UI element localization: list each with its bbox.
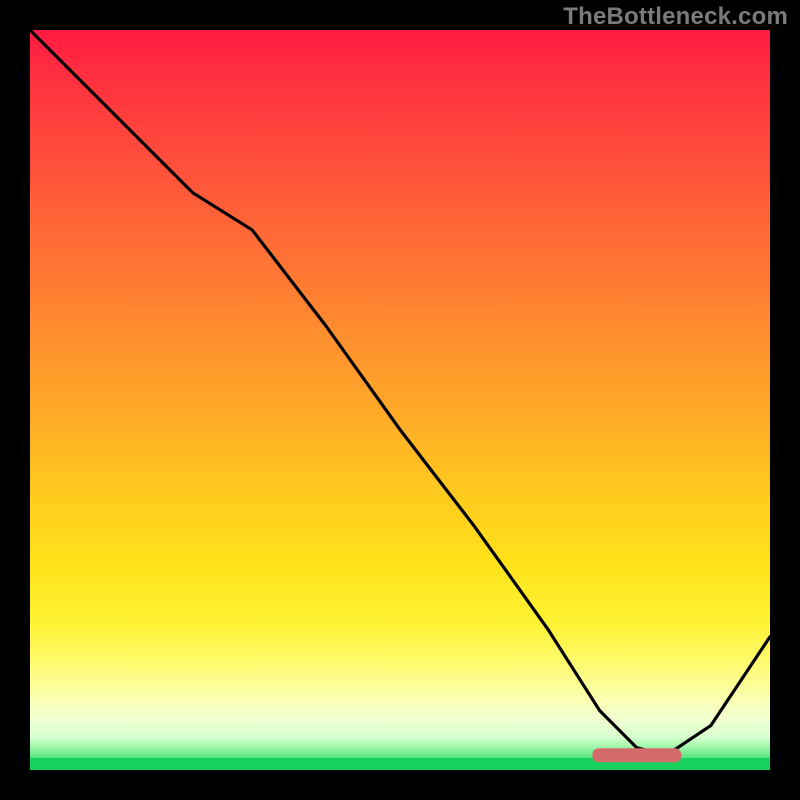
watermark-text: TheBottleneck.com — [563, 3, 788, 31]
optimal-range-marker — [592, 748, 681, 762]
plot-area — [30, 30, 770, 770]
chart-frame: TheBottleneck.com — [0, 0, 800, 800]
bottleneck-curve — [30, 30, 770, 755]
curve-overlay — [30, 30, 770, 770]
